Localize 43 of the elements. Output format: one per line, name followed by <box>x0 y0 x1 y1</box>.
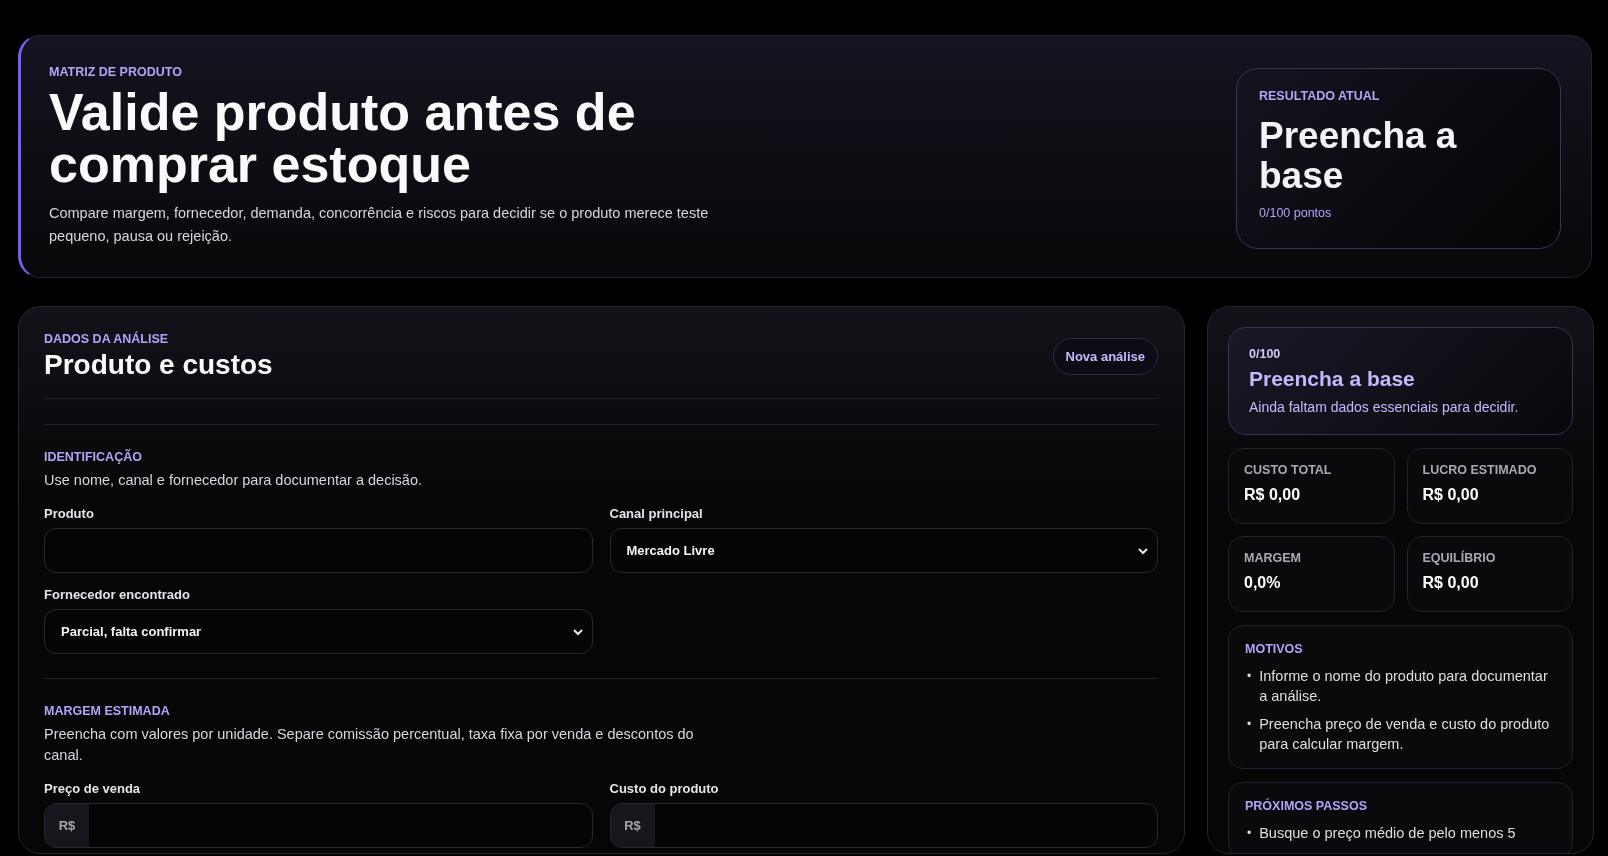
stat-value: 0,0% <box>1244 574 1282 592</box>
stat-label: MARGEM <box>1244 551 1302 565</box>
score-title: Preencha a base <box>1249 367 1416 391</box>
new-analysis-button[interactable]: Nova análise <box>1052 338 1158 375</box>
score-value: 0/100 <box>1249 347 1282 361</box>
field-label: Custo do produto <box>609 781 720 796</box>
bullet: • <box>1247 668 1252 685</box>
field-label: Produto <box>44 506 95 521</box>
score-description: Ainda faltam dados essenciais para decidir. <box>1249 399 1520 415</box>
money-input[interactable]: R$ <box>609 803 1158 848</box>
currency-prefix: R$ <box>45 804 89 847</box>
hero-description: Compare margem, fornecedor, demanda, concorrência e riscos para decidir se o produto merece teste pequeno, pausa ou rejeição. <box>49 204 709 246</box>
bullet: • <box>1247 825 1252 842</box>
list-item: Busque o preço médio de pelo menos 5 <box>1259 824 1516 843</box>
stat-label: LUCRO ESTIMADO <box>1422 463 1538 477</box>
field-label: Canal principal <box>609 506 704 521</box>
list-item: Informe o nome do produto para documentar a análise. <box>1259 667 1549 706</box>
stat-value: R$ 0,00 <box>1244 486 1302 504</box>
select-field[interactable]: Mercado Livre <box>609 528 1158 573</box>
section-title: MARGEM ESTIMADA <box>44 704 171 718</box>
field-label: Preço de venda <box>44 781 142 796</box>
result-title: Preencha a base <box>1259 116 1458 196</box>
section-description: Preencha com valores por unidade. Separe comissão percentual, taxa fixa por venda e descontos do canal. <box>44 725 695 765</box>
stat-value: R$ 0,00 <box>1422 574 1480 592</box>
section-title: IDENTIFICAÇÃO <box>44 450 143 464</box>
result-label: RESULTADO ATUAL <box>1259 89 1381 103</box>
field-label: Fornecedor encontrado <box>44 587 191 602</box>
currency-prefix: R$ <box>610 804 655 847</box>
list-title: PRÓXIMOS PASSOS <box>1245 799 1368 813</box>
list-item: Preencha preço de venda e custo do produto para calcular margem. <box>1259 715 1551 754</box>
money-input[interactable]: R$ <box>44 803 593 848</box>
result-points: 0/100 pontos <box>1259 206 1333 220</box>
bullet: • <box>1247 716 1252 733</box>
list-title: MOTIVOS <box>1245 642 1304 656</box>
select-field[interactable]: Parcial, falta confirmar <box>44 609 593 654</box>
form-eyebrow: DADOS DA ANÁLISE <box>44 332 170 346</box>
product-input[interactable] <box>44 528 593 573</box>
stat-label: EQUILÍBRIO <box>1422 551 1497 565</box>
section-description: Use nome, canal e fornecedor para documentar a decisão. <box>44 471 424 490</box>
hero-eyebrow: MATRIZ DE PRODUTO <box>49 65 183 79</box>
stat-value: R$ 0,00 <box>1422 486 1480 504</box>
form-title: Produto e custos <box>44 349 273 381</box>
stat-label: CUSTO TOTAL <box>1244 463 1333 477</box>
